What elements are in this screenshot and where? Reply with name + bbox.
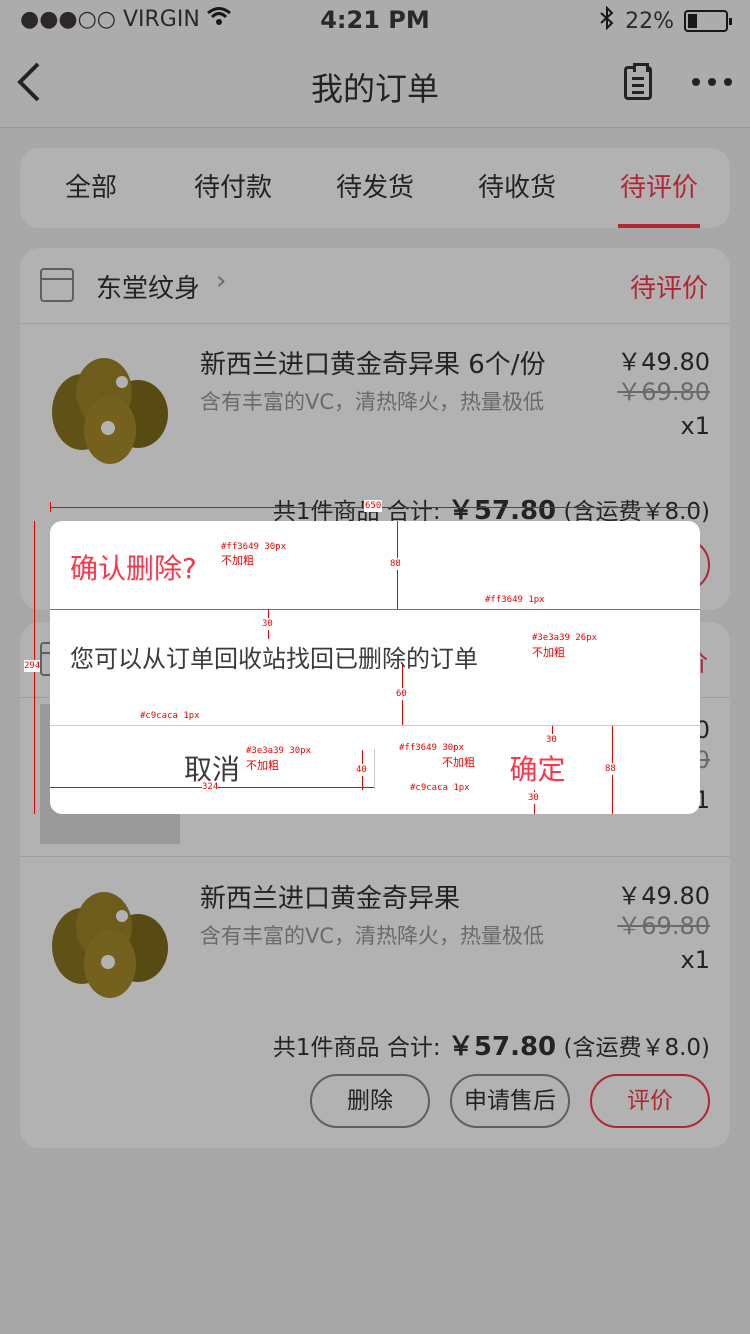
cancel-spec-annotation: #3e3a39 30px — [246, 746, 312, 756]
msg-top-annotation: 30 — [262, 618, 273, 630]
btn-bottom-annotation: 30 — [528, 792, 539, 804]
confirm-spec-annotation: #ff3649 30px — [399, 743, 465, 753]
height-annotation: 294 — [24, 660, 41, 672]
cancel-weight-annotation: 不加粗 — [246, 759, 279, 772]
cancel-button[interactable]: 取消 — [50, 726, 374, 814]
title-spec-annotation: #ff3649 30px — [221, 542, 287, 552]
dialog-title: 确认删除? — [70, 552, 197, 585]
vline-spec-annotation: #c9caca 1px — [410, 783, 470, 793]
msg-spec-annotation: #3e3a39 26px — [532, 633, 598, 643]
line2-spec-annotation: #c9caca 1px — [140, 711, 200, 721]
title-weight-annotation: 不加粗 — [221, 554, 254, 567]
msg-weight-annotation: 不加粗 — [532, 646, 565, 659]
btn-top-annotation: 30 — [546, 734, 557, 746]
confirm-delete-dialog: 确认删除? 您可以从订单回收站找回已删除的订单 取消 确定 — [50, 521, 700, 814]
btn-height-annotation: 88 — [605, 763, 616, 775]
vline-height-annotation: 40 — [356, 764, 367, 776]
cancel-width-annotation: 324 — [202, 781, 219, 793]
confirm-weight-annotation: 不加粗 — [442, 756, 475, 769]
width-annotation: 650 — [364, 500, 383, 512]
title-height-annotation: 88 — [390, 558, 401, 570]
dialog-message: 您可以从订单回收站找回已删除的订单 — [70, 645, 478, 673]
dialog-divider — [50, 609, 700, 610]
line1-spec-annotation: #ff3649 1px — [485, 595, 545, 605]
measure-tick — [50, 502, 51, 512]
msg-bottom-annotation: 60 — [396, 688, 407, 700]
